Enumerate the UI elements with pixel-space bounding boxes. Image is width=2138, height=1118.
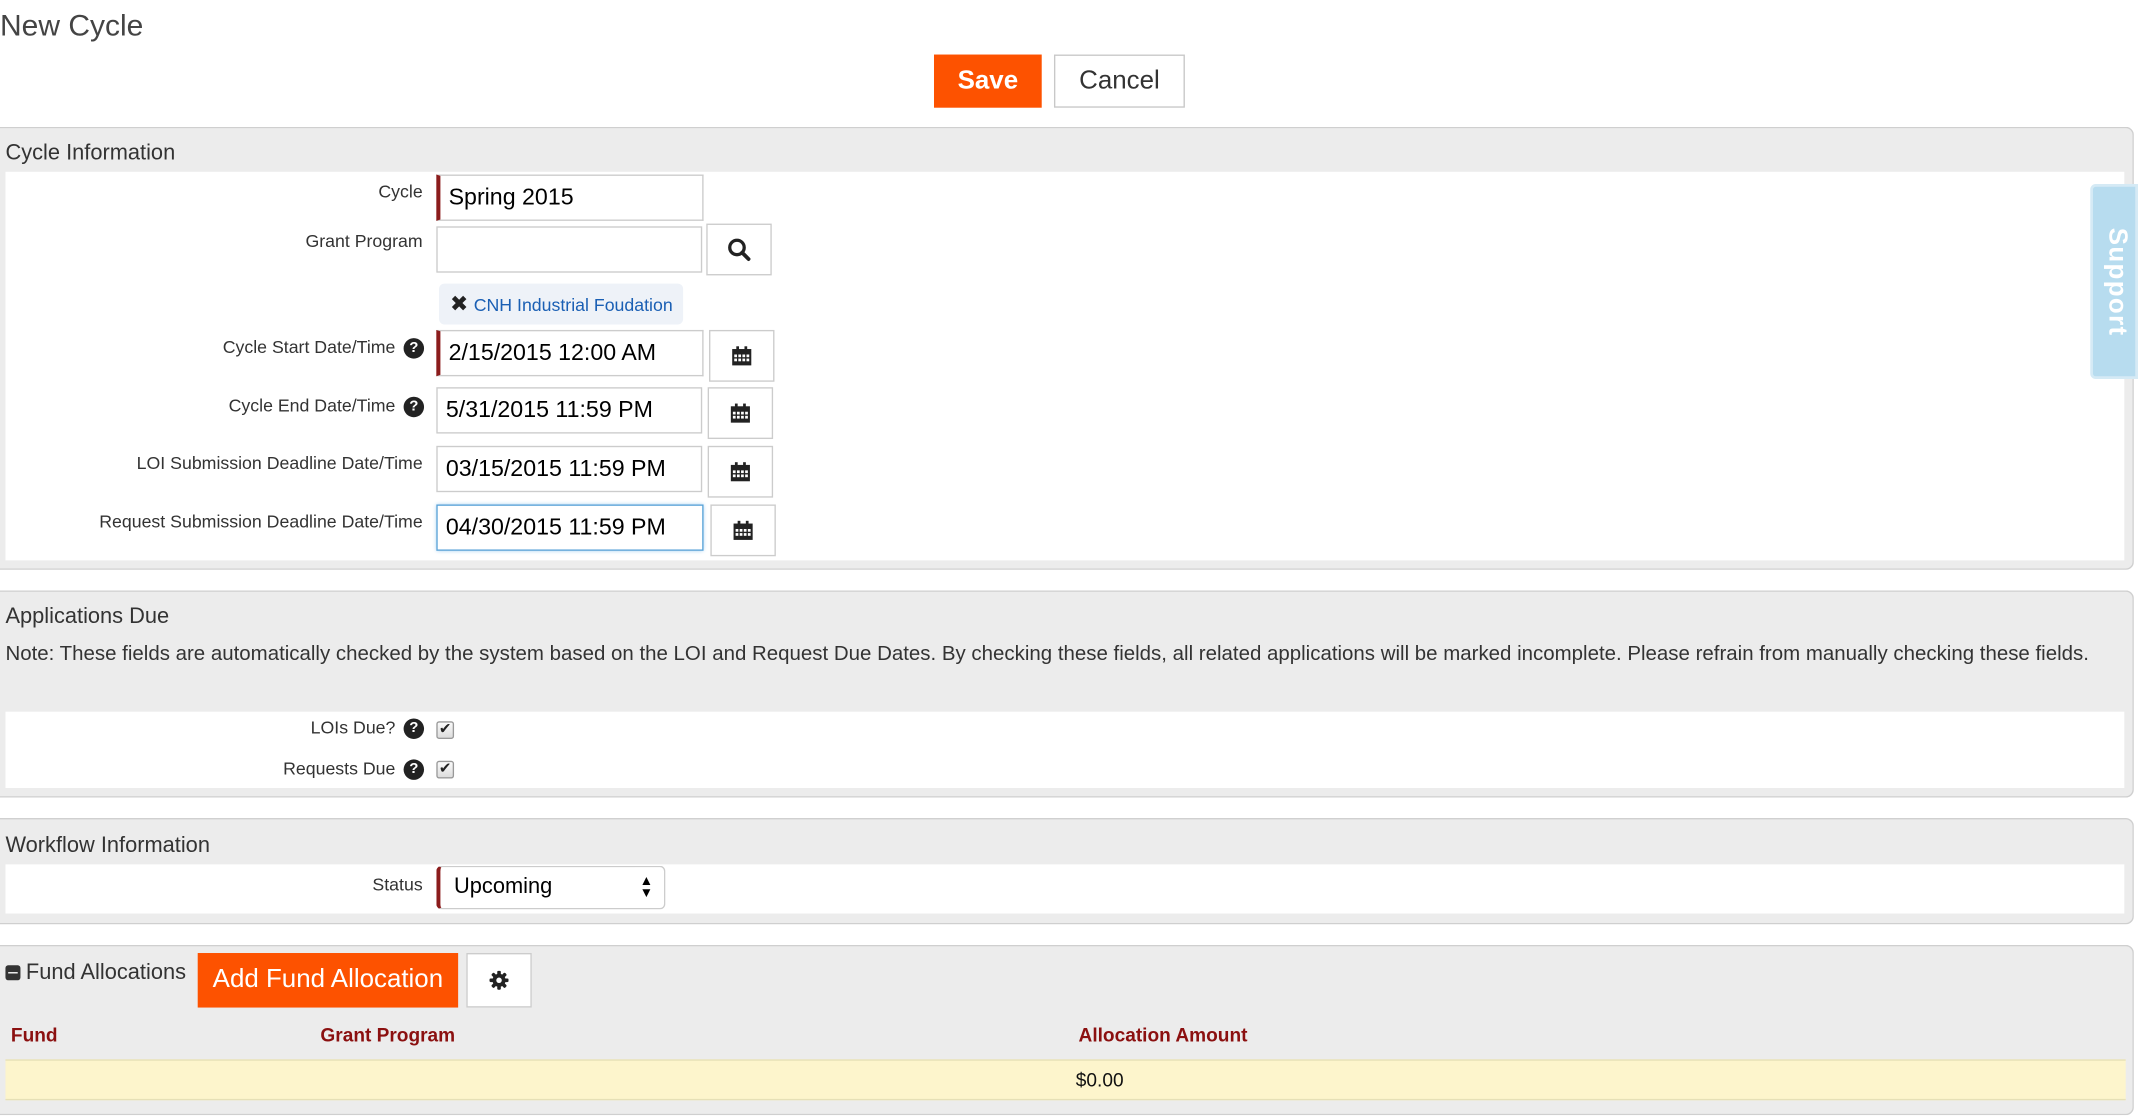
cycle-start-input[interactable] <box>436 329 704 377</box>
loi-deadline-input[interactable] <box>436 445 703 493</box>
calendar-icon <box>730 462 750 482</box>
cycle-information-title: Cycle Information <box>5 141 176 165</box>
calendar-icon <box>732 346 752 366</box>
page-title: New Cycle <box>0 8 144 43</box>
applications-due-note: Note: These fields are automatically che… <box>5 642 2089 666</box>
grant-program-label: Grant Program <box>305 230 423 251</box>
collapse-icon[interactable] <box>5 965 21 981</box>
workflow-information-title: Workflow Information <box>5 834 210 858</box>
cycle-name-input[interactable] <box>436 174 704 221</box>
selected-grant-program-label[interactable]: CNH Industrial Foudation <box>474 294 673 314</box>
loi-deadline-label: LOI Submission Deadline Date/Time <box>136 452 423 474</box>
allocation-total: $0.00 <box>1075 1068 1124 1091</box>
cycle-start-label: Cycle Start Date/Time? <box>222 336 425 359</box>
requests-due-label-text: Requests Due <box>283 758 396 779</box>
search-icon <box>728 238 751 261</box>
status-select-value: Upcoming <box>454 875 553 899</box>
cycle-label: Cycle <box>378 181 423 202</box>
requests-due-label: Requests Due? <box>283 758 425 780</box>
requests-due-checkbox[interactable]: ✔ <box>436 760 455 779</box>
fund-allocations-header[interactable]: Fund Allocations <box>5 961 186 986</box>
loi-deadline-calendar-button[interactable] <box>707 445 774 498</box>
selected-grant-program-tag: ✖ CNH Industrial Foudation <box>439 283 684 325</box>
table-row: $0.00 <box>5 1059 2126 1101</box>
support-tab-label: Support <box>2102 227 2132 337</box>
lois-due-label: LOIs Due?? <box>310 717 425 740</box>
gear-icon <box>489 970 509 990</box>
cycle-editor: New Cycle Save Cancel Cycle Information … <box>0 0 2138 1118</box>
cycle-end-label: Cycle End Date/Time? <box>228 395 425 418</box>
help-icon[interactable]: ? <box>403 759 425 780</box>
support-tab[interactable]: Support <box>2090 184 2138 380</box>
status-label: Status <box>372 873 423 895</box>
help-icon[interactable]: ? <box>403 338 425 359</box>
fund-allocations-settings-button[interactable] <box>466 953 532 1008</box>
help-icon[interactable]: ? <box>403 718 425 740</box>
help-icon[interactable]: ? <box>403 396 425 418</box>
grant-program-input[interactable] <box>436 226 703 273</box>
fund-allocations-title: Fund Allocations <box>25 961 186 985</box>
workflow-information-panel: Workflow Information <box>0 818 2134 925</box>
request-deadline-input[interactable] <box>436 504 704 551</box>
cycle-end-input[interactable] <box>436 387 703 434</box>
request-deadline-calendar-button[interactable] <box>710 504 776 557</box>
lois-due-checkbox[interactable]: ✔ <box>436 721 455 739</box>
save-button[interactable]: Save <box>933 54 1042 108</box>
grant-program-column-header[interactable]: Grant Program <box>320 1024 455 1046</box>
cancel-button[interactable]: Cancel <box>1053 54 1185 108</box>
calendar-icon <box>730 403 750 423</box>
select-arrows-icon: ▲ ▼ <box>639 873 654 902</box>
allocation-amount-column-header[interactable]: Allocation Amount <box>1079 1024 1248 1046</box>
cycle-start-calendar-button[interactable] <box>709 329 775 382</box>
cycle-end-calendar-button[interactable] <box>707 387 774 440</box>
cycle-start-label-text: Cycle Start Date/Time <box>222 336 396 358</box>
request-deadline-label: Request Submission Deadline Date/Time <box>99 511 423 532</box>
lois-due-label-text: LOIs Due? <box>310 717 396 738</box>
remove-tag-icon[interactable]: ✖ <box>450 290 468 317</box>
fund-column-header[interactable]: Fund <box>11 1024 58 1046</box>
grant-program-search-button[interactable] <box>706 223 772 276</box>
add-fund-allocation-button[interactable]: Add Fund Allocation <box>197 953 459 1008</box>
status-select[interactable]: Upcoming ▲ ▼ <box>436 865 666 910</box>
applications-due-title: Applications Due <box>5 605 170 629</box>
workflow-information-body <box>5 864 2125 914</box>
calendar-icon <box>733 520 753 540</box>
cycle-end-label-text: Cycle End Date/Time <box>228 395 396 416</box>
